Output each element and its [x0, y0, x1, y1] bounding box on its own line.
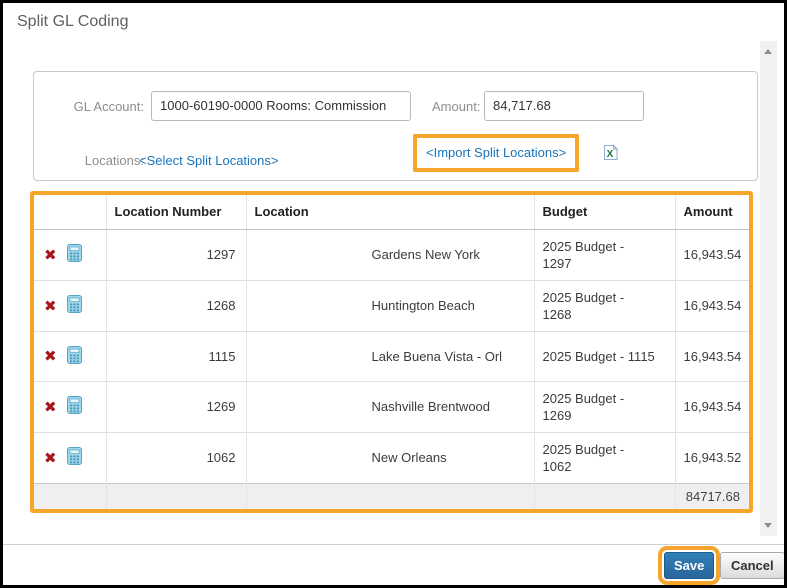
split-gl-coding-dialog: Split GL Coding GL Account: 1000-60190-0… [0, 0, 787, 588]
table-header-row: Location Number Location Budget Amount [34, 195, 749, 229]
table-row: ✖ 1115 Lake Buena Vista - Orl 2025 Bud [34, 331, 749, 381]
budget-cell: 2025 Budget - 1115 [534, 331, 675, 381]
location-cell: Gardens New York [246, 229, 534, 280]
amount-label: Amount: [432, 99, 482, 114]
delete-icon[interactable]: ✖ [44, 297, 57, 315]
table-row: ✖ 1062 New Orleans 2025 Budget - 1062 [34, 432, 749, 483]
amount-cell: 16,943.54 [675, 331, 749, 381]
split-table-body: ✖ 1297 Gardens New York 2025 Budget - [34, 229, 749, 483]
amount-cell: 16,943.54 [675, 280, 749, 331]
budget-cell: 2025 Budget - 1297 [534, 229, 675, 280]
total-amount: 84717.68 [675, 483, 749, 509]
footer-divider [3, 544, 784, 545]
save-button[interactable]: Save [664, 552, 714, 579]
table-row: ✖ 1269 Nashville Brentwood 2025 Budget [34, 381, 749, 432]
header-amount: Amount [675, 195, 749, 229]
scroll-down-button[interactable] [760, 517, 777, 534]
arrow-down-icon [764, 523, 772, 528]
header-budget: Budget [534, 195, 675, 229]
budget-cell: 2025 Budget - 1269 [534, 381, 675, 432]
location-cell: Huntington Beach [246, 280, 534, 331]
calculator-icon[interactable] [67, 244, 82, 265]
location-number-cell: 1297 [106, 229, 246, 280]
location-cell: Lake Buena Vista - Orl [246, 331, 534, 381]
amount-cell: 16,943.54 [675, 229, 749, 280]
arrow-up-icon [764, 49, 772, 54]
delete-icon[interactable]: ✖ [44, 398, 57, 416]
dialog-title: Split GL Coding [17, 13, 128, 31]
cancel-button[interactable]: Cancel [720, 552, 785, 579]
split-locations-table: Location Number Location Budget Amount ✖ [34, 195, 749, 509]
budget-cell: 2025 Budget - 1062 [534, 432, 675, 483]
svg-text:X: X [607, 149, 614, 160]
delete-icon[interactable]: ✖ [44, 246, 57, 264]
scroll-up-button[interactable] [760, 43, 777, 60]
location-number-cell: 1062 [106, 432, 246, 483]
location-number-cell: 1269 [106, 381, 246, 432]
delete-icon[interactable]: ✖ [44, 347, 57, 365]
excel-export-icon[interactable]: X [602, 144, 619, 161]
header-location: Location [246, 195, 534, 229]
import-split-highlight-box: <Import Split Locations> [413, 134, 579, 172]
amount-input[interactable]: 84,717.68 [484, 91, 644, 121]
amount-cell: 16,943.52 [675, 432, 749, 483]
gl-form-panel: GL Account: 1000-60190-0000 Rooms: Commi… [33, 71, 758, 181]
location-cell: New Orleans [246, 432, 534, 483]
select-split-locations-link[interactable]: <Select Split Locations> [139, 153, 278, 168]
header-location-number: Location Number [106, 195, 246, 229]
table-row: ✖ 1268 Huntington Beach 2025 Budget - [34, 280, 749, 331]
delete-icon[interactable]: ✖ [44, 449, 57, 467]
calculator-icon[interactable] [67, 346, 82, 367]
calculator-icon[interactable] [67, 295, 82, 316]
amount-cell: 16,943.54 [675, 381, 749, 432]
location-number-cell: 1115 [106, 331, 246, 381]
location-number-cell: 1268 [106, 280, 246, 331]
calculator-icon[interactable] [67, 396, 82, 417]
table-total-row: 84717.68 [34, 483, 749, 509]
budget-cell: 2025 Budget - 1268 [534, 280, 675, 331]
split-table-highlight-box: Location Number Location Budget Amount ✖ [30, 191, 753, 513]
import-split-locations-link[interactable]: <Import Split Locations> [426, 145, 566, 160]
gl-account-label: GL Account: [44, 99, 144, 114]
gl-account-input[interactable]: 1000-60190-0000 Rooms: Commission [151, 91, 411, 121]
locations-label: Locations: [44, 153, 144, 168]
vertical-scrollbar[interactable] [760, 41, 777, 536]
table-row: ✖ 1297 Gardens New York 2025 Budget - [34, 229, 749, 280]
header-actions [34, 195, 106, 229]
location-cell: Nashville Brentwood [246, 381, 534, 432]
calculator-icon[interactable] [67, 447, 82, 468]
